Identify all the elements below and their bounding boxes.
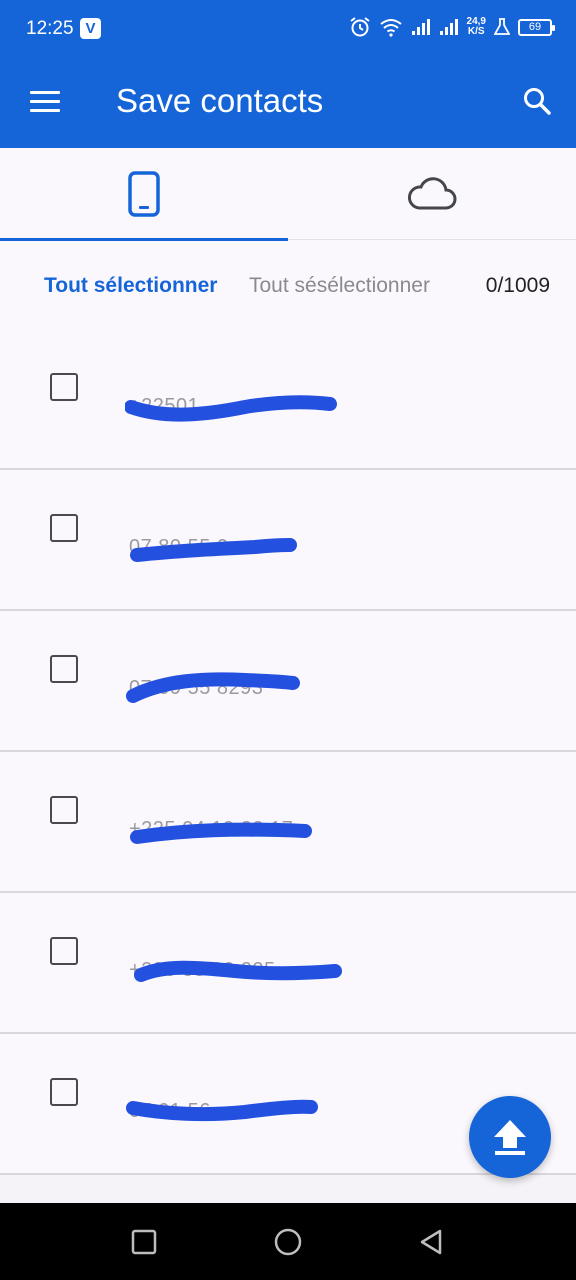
contact-checkbox[interactable] bbox=[50, 373, 78, 401]
wifi-icon bbox=[379, 19, 402, 37]
app-badge-icon: V bbox=[80, 18, 101, 39]
redaction-scribble bbox=[134, 960, 342, 982]
tab-phone[interactable] bbox=[0, 148, 288, 241]
status-bar: 12:25 V 24,9 K/S 69 bbox=[0, 0, 576, 58]
redaction-scribble bbox=[125, 395, 337, 422]
contact-checkbox[interactable] bbox=[50, 1078, 78, 1106]
list-item[interactable]: +22501 bbox=[0, 329, 576, 470]
system-nav-bar bbox=[0, 1203, 576, 1280]
battery-icon: 69 bbox=[518, 18, 555, 36]
page-title: Save contacts bbox=[116, 82, 324, 119]
list-item[interactable]: 07 80 55 0 bbox=[0, 470, 576, 611]
tab-bar bbox=[0, 148, 576, 241]
recents-square-icon[interactable] bbox=[129, 1227, 159, 1257]
select-all-button[interactable]: Tout sélectionner bbox=[44, 274, 217, 298]
alarm-icon bbox=[349, 17, 370, 37]
back-triangle-icon[interactable] bbox=[416, 1227, 446, 1257]
redaction-scribble bbox=[126, 1099, 318, 1122]
upload-button[interactable] bbox=[469, 1096, 551, 1178]
signal-icon bbox=[411, 19, 430, 35]
cloud-icon bbox=[407, 177, 457, 210]
redaction-scribble bbox=[126, 672, 300, 703]
status-icons: 24,9 K/S 69 bbox=[349, 16, 555, 38]
phone-icon bbox=[128, 171, 160, 217]
signal-icon bbox=[439, 19, 458, 35]
flask-icon bbox=[494, 18, 510, 35]
list-item[interactable]: +225 85 22 225 bbox=[0, 893, 576, 1034]
contact-checkbox[interactable] bbox=[50, 514, 78, 542]
redaction-scribble bbox=[130, 822, 312, 844]
app-bar: Save contacts bbox=[0, 58, 576, 148]
list-item[interactable]: +225 04 19 22 17 bbox=[0, 752, 576, 893]
deselect-all-button[interactable]: Tout sésélectionner bbox=[249, 274, 430, 298]
status-time: 12:25 bbox=[26, 18, 74, 39]
hamburger-menu-icon[interactable] bbox=[30, 91, 60, 115]
contact-checkbox[interactable] bbox=[50, 937, 78, 965]
redaction-scribble bbox=[130, 538, 297, 562]
selection-count: 0/1009 bbox=[485, 274, 550, 297]
upload-icon bbox=[494, 1120, 526, 1155]
search-icon[interactable] bbox=[522, 86, 552, 116]
contact-checkbox[interactable] bbox=[50, 796, 78, 824]
contact-checkbox[interactable] bbox=[50, 655, 78, 683]
contact-list: +22501 07 80 55 0 07 09 55 8293 +225 04 … bbox=[0, 329, 576, 1203]
list-item[interactable]: 07 09 55 8293 bbox=[0, 611, 576, 752]
net-speed: 24,9 K/S bbox=[466, 16, 486, 37]
selection-bar: Tout sélectionner Tout sésélectionner 0/… bbox=[0, 241, 576, 329]
home-circle-icon[interactable] bbox=[273, 1227, 303, 1257]
tab-cloud[interactable] bbox=[288, 148, 576, 240]
